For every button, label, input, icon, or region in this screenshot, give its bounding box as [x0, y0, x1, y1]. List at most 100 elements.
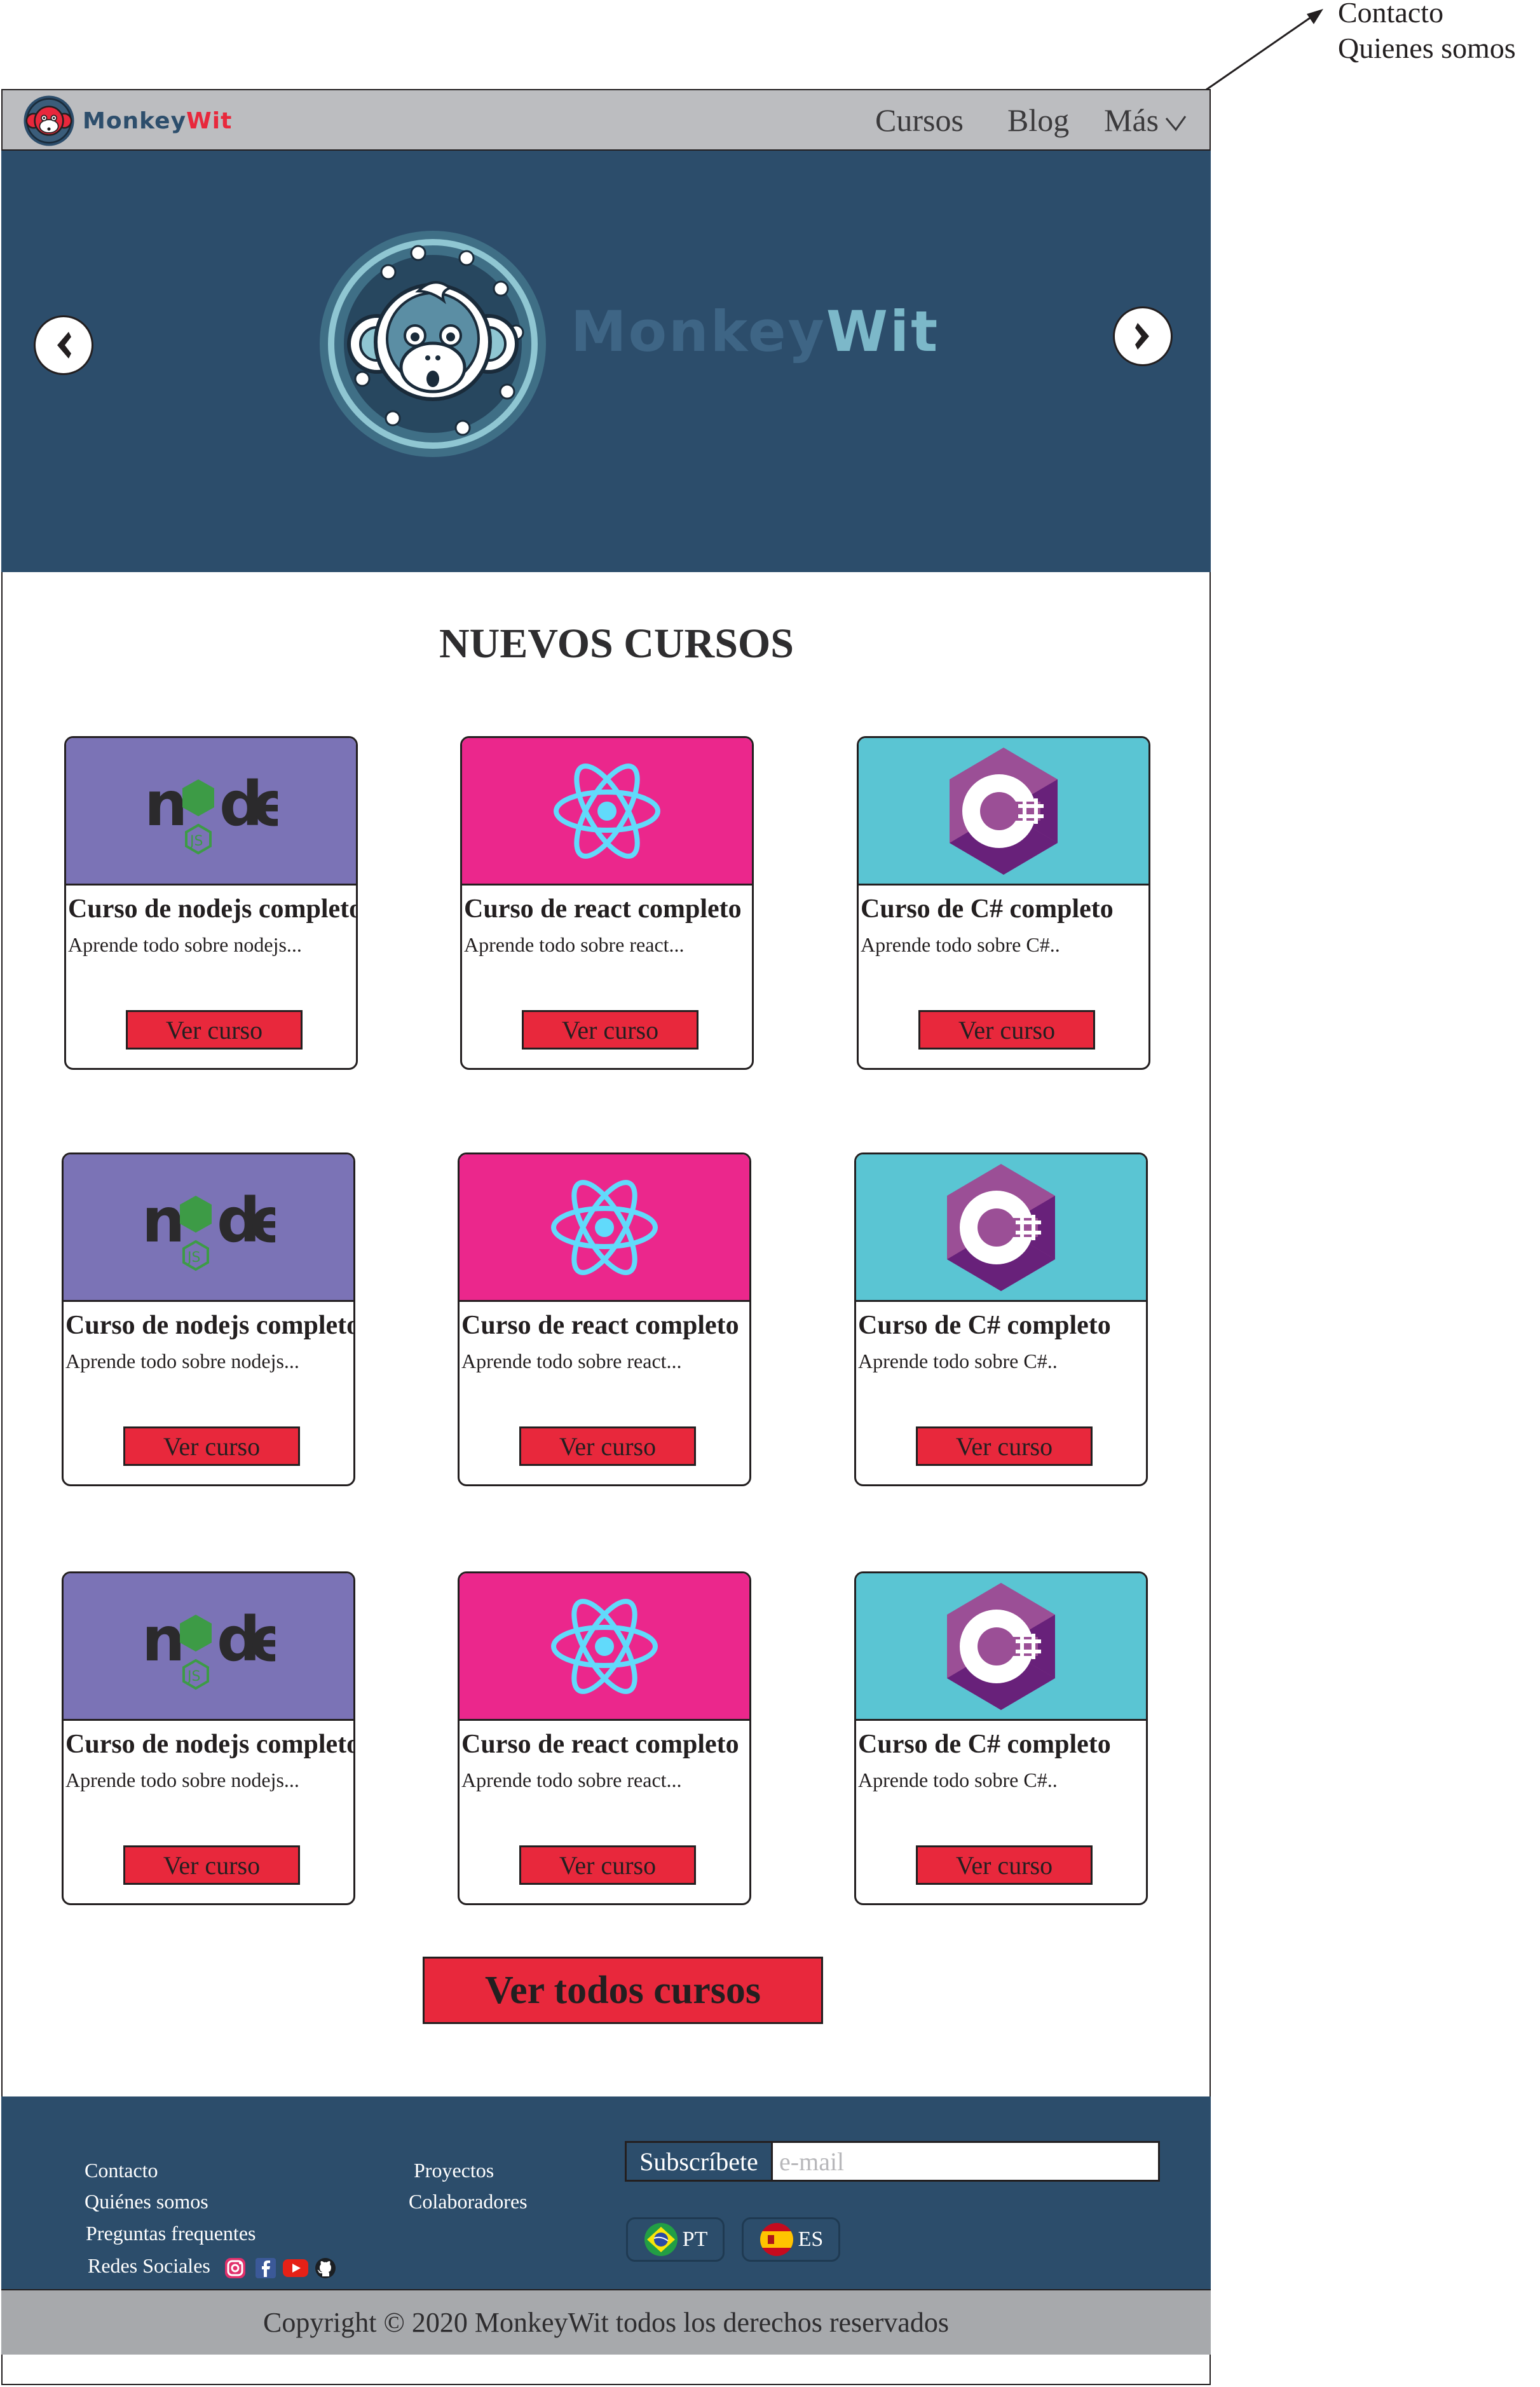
- monkey-logo-icon: [24, 95, 74, 146]
- course-card[interactable]: Curso de C# completo Aprende todo sobre …: [854, 1152, 1148, 1486]
- view-all-courses-button[interactable]: Ver todos cursos: [423, 1957, 823, 2024]
- footer-link-quienes-somos[interactable]: Quiénes somos: [85, 2190, 208, 2213]
- navbar-brand-text: MonkeyWit: [83, 107, 233, 134]
- subscribe-form: Subscríbete: [625, 2141, 1160, 2182]
- nav-link-mas-label: Más: [1104, 102, 1159, 138]
- nav-link-blog[interactable]: Blog: [1007, 102, 1069, 139]
- nav-link-mas[interactable]: Más: [1104, 102, 1187, 139]
- course-description: Aprende todo sobre react...: [461, 1350, 682, 1372]
- hero-monkey-logo: [320, 231, 546, 457]
- facebook-icon[interactable]: [254, 2257, 277, 2280]
- course-description: Aprende todo sobre C#..: [858, 1350, 1058, 1372]
- course-banner: nde JS: [64, 1154, 353, 1302]
- chevron-left-icon: [57, 332, 71, 359]
- chevron-right-icon: [1135, 323, 1149, 350]
- footer-link-preguntas[interactable]: Preguntas frequentes: [86, 2222, 256, 2245]
- csharp-logo: [947, 1163, 1055, 1291]
- course-banner: [859, 738, 1148, 886]
- view-course-button[interactable]: Ver curso: [916, 1845, 1093, 1885]
- view-course-button[interactable]: Ver curso: [519, 1426, 696, 1466]
- course-card[interactable]: Curso de C# completo Aprende todo sobre …: [857, 736, 1150, 1070]
- brazil-flag-icon: [644, 2223, 678, 2256]
- instagram-icon[interactable]: [224, 2257, 247, 2280]
- language-code: PT: [682, 2227, 708, 2251]
- course-description: Aprende todo sobre C#..: [858, 1768, 1058, 1791]
- svg-text:n: n: [144, 769, 187, 840]
- course-description: Aprende todo sobre nodejs...: [68, 933, 302, 956]
- footer-link-colaboradores[interactable]: Colaboradores: [409, 2190, 528, 2213]
- language-button-es[interactable]: ES: [742, 2217, 840, 2262]
- course-banner: [462, 738, 752, 886]
- svg-text:JS: JS: [186, 1250, 200, 1266]
- course-title: Curso de C# completo: [861, 894, 1114, 924]
- course-banner: [460, 1154, 749, 1302]
- carousel-prev-button[interactable]: [34, 315, 93, 375]
- course-banner: [460, 1573, 749, 1721]
- react-logo: [551, 1598, 658, 1694]
- view-course-button[interactable]: Ver curso: [916, 1426, 1093, 1466]
- course-title: Curso de nodejs completo: [68, 894, 358, 924]
- course-description: Aprende todo sobre nodejs...: [65, 1350, 299, 1372]
- course-card[interactable]: Curso de C# completo Aprende todo sobre …: [854, 1571, 1148, 1905]
- github-icon[interactable]: [314, 2257, 337, 2280]
- course-description: Aprende todo sobre nodejs...: [65, 1768, 299, 1791]
- course-title: Curso de C# completo: [858, 1730, 1111, 1759]
- svg-text:e: e: [252, 769, 278, 840]
- course-description: Aprende todo sobre react...: [461, 1768, 682, 1791]
- language-button-pt[interactable]: PT: [626, 2217, 725, 2262]
- course-description: Aprende todo sobre react...: [464, 933, 685, 956]
- copyright-bar: Copyright © 2020 MonkeyWit todos los der…: [1, 2289, 1211, 2355]
- youtube-icon[interactable]: [282, 2258, 309, 2278]
- svg-text:e: e: [250, 1185, 275, 1256]
- svg-text:JS: JS: [189, 833, 203, 849]
- course-title: Curso de react completo: [461, 1311, 739, 1340]
- dropdown-annotation: Contacto Quienes somos: [1338, 0, 1516, 66]
- course-card[interactable]: nde JS Curso de nodejs completo Aprende …: [62, 1152, 355, 1486]
- section-title: NUEVOS CURSOS: [439, 620, 794, 667]
- course-title: Curso de nodejs completo: [65, 1311, 355, 1340]
- svg-text:n: n: [142, 1185, 185, 1256]
- nodejs-logo: nde JS: [142, 1604, 275, 1690]
- annotation-line-quienes-somos: Quienes somos: [1338, 32, 1516, 64]
- course-title: Curso de react completo: [461, 1730, 739, 1759]
- course-card[interactable]: nde JS Curso de nodejs completo Aprende …: [64, 736, 358, 1070]
- csharp-logo: [950, 747, 1058, 875]
- view-course-button[interactable]: Ver curso: [123, 1845, 300, 1885]
- react-logo: [551, 1179, 658, 1275]
- nodejs-logo: nde JS: [142, 1185, 275, 1271]
- course-description: Aprende todo sobre C#..: [861, 933, 1060, 956]
- course-card[interactable]: Curso de react completo Aprende todo sob…: [458, 1152, 751, 1486]
- carousel-next-button[interactable]: [1113, 306, 1173, 366]
- view-course-button[interactable]: Ver curso: [519, 1845, 696, 1885]
- svg-text:JS: JS: [186, 1669, 200, 1685]
- footer-link-proyectos[interactable]: Proyectos: [414, 2159, 494, 2182]
- language-code: ES: [798, 2227, 824, 2251]
- course-card[interactable]: Curso de react completo Aprende todo sob…: [460, 736, 754, 1070]
- course-banner: nde JS: [64, 1573, 353, 1721]
- view-course-button[interactable]: Ver curso: [123, 1426, 300, 1466]
- course-banner: [856, 1573, 1146, 1721]
- nav-link-cursos[interactable]: Cursos: [875, 102, 964, 139]
- footer-social-label: Redes Sociales: [88, 2254, 210, 2277]
- navbar-brand[interactable]: MonkeyWit: [22, 93, 232, 148]
- spain-flag-icon: [760, 2223, 793, 2256]
- course-card[interactable]: Curso de react completo Aprende todo sob…: [458, 1571, 751, 1905]
- view-course-button[interactable]: Ver curso: [126, 1010, 303, 1050]
- course-title: Curso de C# completo: [858, 1311, 1111, 1340]
- email-field[interactable]: [773, 2143, 1158, 2180]
- course-banner: nde JS: [66, 738, 356, 886]
- view-course-button[interactable]: Ver curso: [918, 1010, 1095, 1050]
- subscribe-button[interactable]: Subscríbete: [627, 2143, 773, 2180]
- footer-link-contacto[interactable]: Contacto: [85, 2159, 158, 2182]
- svg-text:e: e: [250, 1604, 275, 1675]
- hero-brand-text: MonkeyWit: [571, 299, 940, 364]
- csharp-logo: [947, 1582, 1055, 1710]
- annotation-line-contacto: Contacto: [1338, 0, 1444, 29]
- course-title: Curso de react completo: [464, 894, 742, 924]
- course-banner: [856, 1154, 1146, 1302]
- view-course-button[interactable]: Ver curso: [522, 1010, 698, 1050]
- course-title: Curso de nodejs completo: [65, 1730, 355, 1759]
- chevron-down-icon: [1165, 115, 1186, 131]
- course-card[interactable]: nde JS Curso de nodejs completo Aprende …: [62, 1571, 355, 1905]
- react-logo: [554, 763, 660, 859]
